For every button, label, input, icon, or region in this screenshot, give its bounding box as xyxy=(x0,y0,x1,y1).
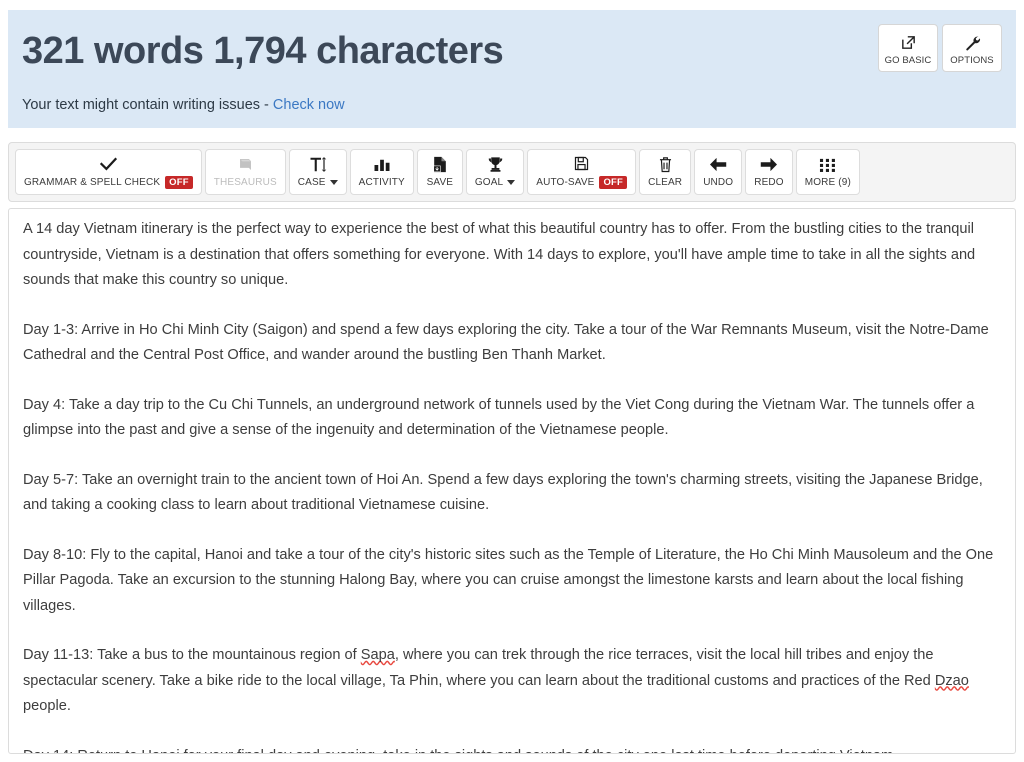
editor-paragraph: A 14 day Vietnam itinerary is the perfec… xyxy=(23,217,1001,294)
clear-label: CLEAR xyxy=(648,177,683,188)
more-button[interactable]: MORE (9) xyxy=(795,149,860,195)
thesaurus-button[interactable]: THESAURUS xyxy=(204,149,286,195)
trash-icon xyxy=(658,155,673,174)
text-editor-area[interactable]: A 14 day Vietnam itinerary is the perfec… xyxy=(8,208,1016,754)
paragraph-text: Day 5-7: Take an overnight train to the … xyxy=(23,471,983,514)
misspelled-word[interactable]: Sapa xyxy=(361,647,395,663)
floppy-disk-icon xyxy=(573,154,590,173)
chevron-down-icon xyxy=(329,180,338,185)
options-button[interactable]: OPTIONS xyxy=(942,24,1002,72)
goal-label: GOAL xyxy=(474,177,516,188)
paragraph-text: Day 1-3: Arrive in Ho Chi Minh City (Sai… xyxy=(23,321,989,364)
activity-label: ACTIVITY xyxy=(358,177,405,188)
editor-paragraph: Day 8-10: Fly to the capital, Hanoi and … xyxy=(23,543,1001,620)
save-label: SAVE xyxy=(426,177,454,188)
go-basic-label: GO BASIC xyxy=(884,55,932,66)
case-button[interactable]: CASE xyxy=(288,149,347,195)
redo-button[interactable]: REDO xyxy=(745,149,793,195)
go-basic-button[interactable]: GO BASIC xyxy=(878,24,938,72)
auto-save-label: AUTO-SAVE OFF xyxy=(536,176,628,189)
grammar-spell-check-button[interactable]: GRAMMAR & SPELL CHECK OFF xyxy=(15,149,202,195)
paragraph-text: Day 14: Return to Hanoi for your final d… xyxy=(23,748,897,754)
auto-save-badge: OFF xyxy=(599,176,628,189)
arrow-left-icon xyxy=(709,155,728,174)
grammar-spell-check-badge: OFF xyxy=(165,176,193,189)
writing-issues-text: Your text might contain writing issues - xyxy=(22,97,273,113)
paragraph-text: people. xyxy=(23,698,71,714)
wrench-icon xyxy=(964,32,981,52)
external-link-icon xyxy=(900,32,917,52)
misspelled-word[interactable]: Dzao xyxy=(935,673,969,689)
save-button[interactable]: SAVE xyxy=(416,149,463,195)
writing-issues-notice: Your text might contain writing issues -… xyxy=(22,96,1000,114)
activity-button[interactable]: ACTIVITY xyxy=(349,149,414,195)
editor-paragraph: Day 11-13: Take a bus to the mountainous… xyxy=(23,643,1001,720)
paragraph-text: Day 8-10: Fly to the capital, Hanoi and … xyxy=(23,546,994,614)
editor-paragraph: Day 14: Return to Hanoi for your final d… xyxy=(23,744,1001,754)
header-banner: 321 words 1,794 characters Your text mig… xyxy=(8,10,1016,128)
bar-chart-icon xyxy=(373,155,391,174)
undo-label: UNDO xyxy=(703,177,734,188)
clear-button[interactable]: CLEAR xyxy=(639,149,692,195)
goal-button[interactable]: GOAL xyxy=(465,149,525,195)
text-case-icon xyxy=(309,155,327,174)
editor-paragraph: Day 5-7: Take an overnight train to the … xyxy=(23,468,1001,519)
chevron-down-icon xyxy=(507,180,516,185)
check-icon xyxy=(99,154,117,173)
grammar-spell-check-text: GRAMMAR & SPELL CHECK xyxy=(24,177,161,188)
paragraph-text: A 14 day Vietnam itinerary is the perfec… xyxy=(23,221,976,288)
paragraph-text: Day 11-13: Take a bus to the mountainous… xyxy=(23,647,361,663)
editor-paragraph: Day 1-3: Arrive in Ho Chi Minh City (Sai… xyxy=(23,318,1001,369)
more-label: MORE (9) xyxy=(804,177,851,188)
options-label: OPTIONS xyxy=(950,55,994,66)
auto-save-button[interactable]: AUTO-SAVE OFF xyxy=(527,149,637,195)
case-text: CASE xyxy=(297,177,326,188)
file-download-icon xyxy=(432,155,448,174)
goal-text: GOAL xyxy=(474,177,504,188)
thesaurus-label: THESAURUS xyxy=(213,177,277,188)
editor-toolbar: GRAMMAR & SPELL CHECK OFF THESAURUS CASE xyxy=(8,142,1016,202)
redo-label: REDO xyxy=(754,177,784,188)
undo-button[interactable]: UNDO xyxy=(694,149,743,195)
grid-icon xyxy=(819,155,836,174)
paragraph-text: Day 4: Take a day trip to the Cu Chi Tun… xyxy=(23,396,975,439)
trophy-icon xyxy=(487,155,504,174)
auto-save-text: AUTO-SAVE xyxy=(536,177,595,188)
book-icon xyxy=(237,155,254,174)
editor-paragraph: Day 4: Take a day trip to the Cu Chi Tun… xyxy=(23,393,1001,444)
arrow-right-icon xyxy=(759,155,778,174)
header-actions: GO BASIC OPTIONS xyxy=(878,24,1002,72)
page-title: 321 words 1,794 characters xyxy=(22,30,504,72)
case-label: CASE xyxy=(298,177,338,188)
grammar-spell-check-label: GRAMMAR & SPELL CHECK OFF xyxy=(24,176,193,189)
check-now-link[interactable]: Check now xyxy=(273,97,345,113)
